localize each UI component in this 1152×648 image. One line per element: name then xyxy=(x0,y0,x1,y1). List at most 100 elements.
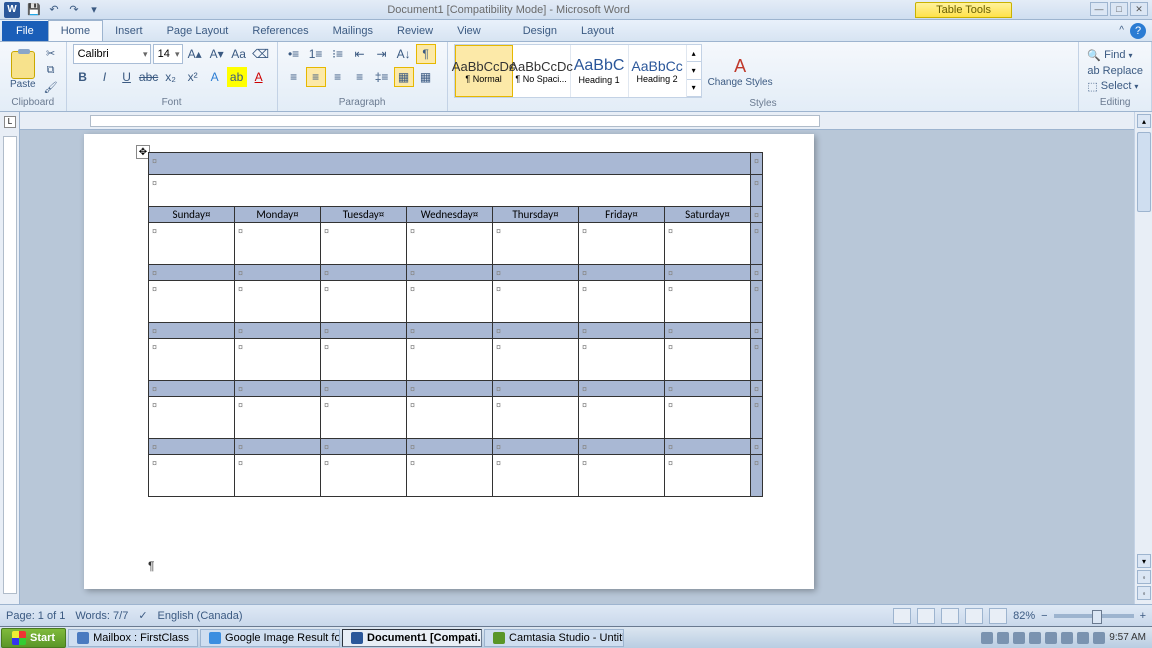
clock[interactable]: 9:57 AM xyxy=(1109,632,1146,643)
vertical-ruler[interactable]: L xyxy=(0,112,20,604)
taskbar-item-mailbox[interactable]: Mailbox : FirstClass xyxy=(68,629,198,647)
underline-icon[interactable]: U xyxy=(117,67,137,87)
copy-icon[interactable]: ⧉ xyxy=(42,63,60,79)
replace-button[interactable]: abReplace xyxy=(1085,64,1145,78)
document-page[interactable]: ✥ ¤¤ ¤¤ Sunday¤Monday¤Tuesday¤Wednesday¤… xyxy=(84,134,814,589)
next-page-icon[interactable]: ◦ xyxy=(1137,586,1151,600)
tab-insert[interactable]: Insert xyxy=(103,21,155,41)
horizontal-ruler[interactable] xyxy=(20,112,1134,130)
format-painter-icon[interactable]: 🖌 xyxy=(42,80,60,96)
day-header-cell[interactable]: Thursday¤ xyxy=(493,207,579,223)
select-button[interactable]: ⬚Select▾ xyxy=(1085,79,1145,94)
text-effects-icon[interactable]: A xyxy=(205,67,225,87)
tab-mailings[interactable]: Mailings xyxy=(321,21,385,41)
minimize-button[interactable]: — xyxy=(1090,2,1108,16)
close-button[interactable]: ✕ xyxy=(1130,2,1148,16)
align-left-icon[interactable]: ≡ xyxy=(284,67,304,87)
day-header-cell[interactable]: Monday¤ xyxy=(235,207,321,223)
strikethrough-icon[interactable]: abc xyxy=(139,67,159,87)
tray-icon[interactable] xyxy=(997,632,1009,644)
cut-icon[interactable]: ✂ xyxy=(42,46,60,62)
style-heading1[interactable]: AaBbC Heading 1 xyxy=(571,45,629,97)
zoom-out-icon[interactable]: − xyxy=(1041,610,1047,622)
scroll-thumb[interactable] xyxy=(1137,132,1151,212)
qat-customize-icon[interactable]: ▾ xyxy=(86,2,102,18)
increase-indent-icon[interactable]: ⇥ xyxy=(372,44,392,64)
day-header-cell[interactable]: Tuesday¤ xyxy=(321,207,407,223)
clear-formatting-icon[interactable]: ⌫ xyxy=(251,44,271,64)
bullets-icon[interactable]: •≡ xyxy=(284,44,304,64)
zoom-in-icon[interactable]: + xyxy=(1140,610,1146,622)
line-spacing-icon[interactable]: ‡≡ xyxy=(372,67,392,87)
tab-page-layout[interactable]: Page Layout xyxy=(155,21,241,41)
subscript-icon[interactable]: x₂ xyxy=(161,67,181,87)
tab-review[interactable]: Review xyxy=(385,21,445,41)
tray-icon[interactable] xyxy=(1045,632,1057,644)
scroll-down-icon[interactable]: ▾ xyxy=(1137,554,1151,568)
gallery-more-icon[interactable]: ▾ xyxy=(687,80,701,97)
change-case-icon[interactable]: Aa xyxy=(229,44,249,64)
language-indicator[interactable]: English (Canada) xyxy=(158,610,243,622)
day-header-cell[interactable]: Friday¤ xyxy=(579,207,665,223)
multilevel-icon[interactable]: ⁝≡ xyxy=(328,44,348,64)
tab-view[interactable]: View xyxy=(445,21,493,41)
shading-icon[interactable]: ▦ xyxy=(394,67,414,87)
day-header-cell[interactable]: Wednesday¤ xyxy=(407,207,493,223)
redo-icon[interactable]: ↷ xyxy=(66,2,82,18)
shrink-font-icon[interactable]: A▾ xyxy=(207,44,227,64)
taskbar-item-word[interactable]: Document1 [Compati... xyxy=(342,629,482,647)
web-layout-view-icon[interactable] xyxy=(941,608,959,624)
align-center-icon[interactable]: ≡ xyxy=(306,67,326,87)
page-indicator[interactable]: Page: 1 of 1 xyxy=(6,610,65,622)
change-styles-button[interactable]: A Change Styles xyxy=(704,52,777,90)
help-icon[interactable]: ? xyxy=(1130,23,1146,39)
style-heading2[interactable]: AaBbCc Heading 2 xyxy=(629,45,687,97)
align-right-icon[interactable]: ≡ xyxy=(328,67,348,87)
proofing-icon[interactable]: ✓ xyxy=(138,609,147,622)
prev-page-icon[interactable]: ◦ xyxy=(1137,570,1151,584)
paste-button[interactable]: Paste xyxy=(6,49,40,92)
justify-icon[interactable]: ≡ xyxy=(350,67,370,87)
print-layout-view-icon[interactable] xyxy=(893,608,911,624)
minimize-ribbon-icon[interactable]: ^ xyxy=(1119,25,1124,36)
gallery-down-icon[interactable]: ▾ xyxy=(687,62,701,79)
vertical-scrollbar[interactable]: ▴ ▾ ◦ ◦ xyxy=(1134,112,1152,604)
day-header-cell[interactable]: Sunday¤ xyxy=(149,207,235,223)
sort-icon[interactable]: A↓ xyxy=(394,44,414,64)
tab-layout[interactable]: Layout xyxy=(569,21,626,41)
word-count[interactable]: Words: 7/7 xyxy=(75,610,128,622)
tab-selector[interactable]: L xyxy=(4,116,16,128)
outline-view-icon[interactable] xyxy=(965,608,983,624)
tray-icon[interactable] xyxy=(1029,632,1041,644)
day-header-cell[interactable]: Saturday¤ xyxy=(665,207,751,223)
calendar-table[interactable]: ¤¤ ¤¤ Sunday¤Monday¤Tuesday¤Wednesday¤Th… xyxy=(148,152,763,497)
font-size-combo[interactable]: 14 xyxy=(153,44,183,64)
system-tray[interactable]: 9:57 AM xyxy=(975,632,1152,644)
grow-font-icon[interactable]: A▴ xyxy=(185,44,205,64)
borders-icon[interactable]: ▦ xyxy=(416,67,436,87)
save-icon[interactable]: 💾 xyxy=(26,2,42,18)
taskbar-item-camtasia[interactable]: Camtasia Studio - Untitle... xyxy=(484,629,624,647)
scroll-up-icon[interactable]: ▴ xyxy=(1137,114,1151,128)
highlight-icon[interactable]: ab xyxy=(227,67,247,87)
tray-icon[interactable] xyxy=(981,632,993,644)
tab-home[interactable]: Home xyxy=(48,20,103,41)
tray-icon[interactable] xyxy=(1061,632,1073,644)
draft-view-icon[interactable] xyxy=(989,608,1007,624)
zoom-level[interactable]: 82% xyxy=(1013,610,1035,622)
style-no-spacing[interactable]: AaBbCcDc ¶ No Spaci... xyxy=(513,45,571,97)
style-normal[interactable]: AaBbCcDc ¶ Normal xyxy=(455,45,513,97)
bold-icon[interactable]: B xyxy=(73,67,93,87)
tray-icon[interactable] xyxy=(1077,632,1089,644)
zoom-slider[interactable] xyxy=(1054,614,1134,618)
find-button[interactable]: 🔍Find▾ xyxy=(1085,48,1145,63)
full-screen-view-icon[interactable] xyxy=(917,608,935,624)
undo-icon[interactable]: ↶ xyxy=(46,2,62,18)
italic-icon[interactable]: I xyxy=(95,67,115,87)
show-hide-icon[interactable]: ¶ xyxy=(416,44,436,64)
start-button[interactable]: Start xyxy=(1,628,66,648)
font-color-icon[interactable]: A xyxy=(249,67,269,87)
font-name-combo[interactable]: Calibri xyxy=(73,44,151,64)
tab-file[interactable]: File xyxy=(2,21,48,41)
tray-icon[interactable] xyxy=(1093,632,1105,644)
